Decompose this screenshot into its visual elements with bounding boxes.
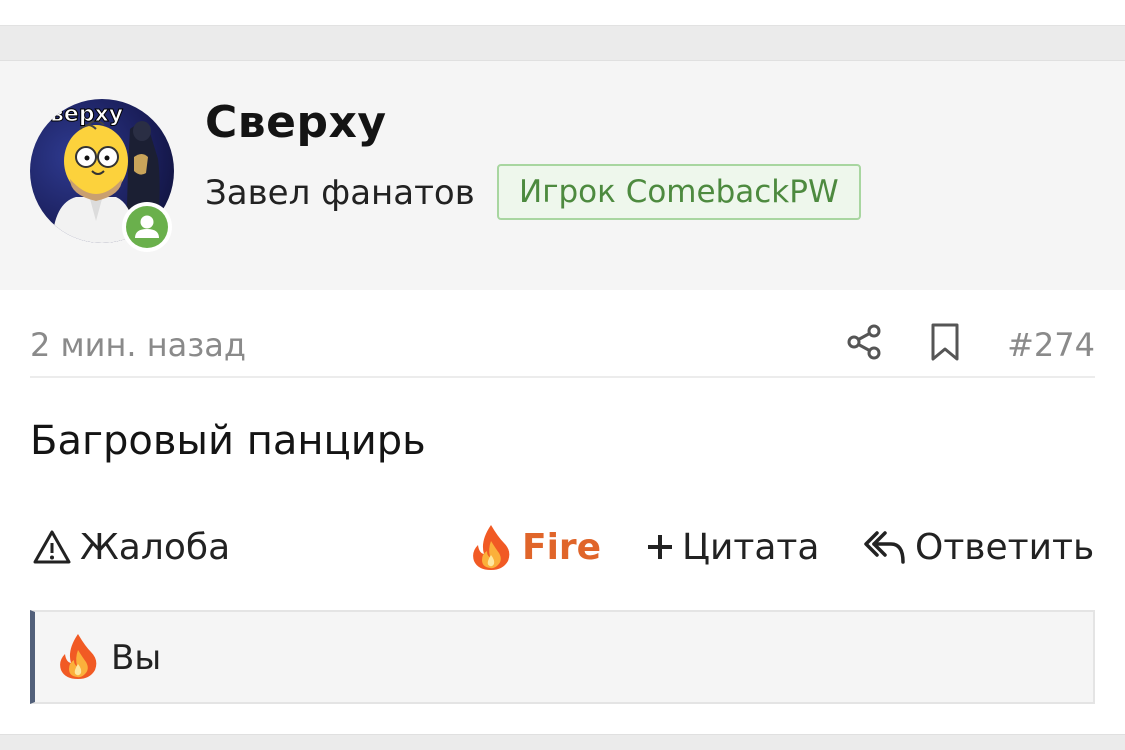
reply-icon (864, 531, 905, 564)
report-button[interactable]: Жалоба (32, 522, 230, 572)
quote-button[interactable]: Цитата (646, 522, 819, 572)
post-time[interactable]: 2 мин. назад (30, 326, 246, 364)
plus-icon (648, 535, 672, 559)
avatar-caption: верху (50, 102, 123, 127)
author-title: Завел фанатов (205, 173, 475, 213)
post-actions: Жалоба Fire Цитата Ответить (30, 522, 1095, 572)
post-meta-row: 2 мин. назад #274 (30, 320, 1095, 378)
report-label: Жалоба (80, 526, 231, 568)
user-online-icon (126, 206, 168, 248)
post-number-link[interactable]: #274 (1007, 326, 1095, 364)
post-body: 2 мин. назад #274 Багровый панцирь Жалоб… (0, 290, 1125, 734)
author-badge: Игрок ComebackPW (497, 164, 861, 220)
bottom-strip (0, 734, 1125, 750)
page-gap (0, 26, 1125, 60)
online-status-badge (122, 202, 172, 252)
reactions-summary[interactable]: Вы (30, 610, 1095, 704)
author-username[interactable]: Сверху (205, 97, 387, 148)
quote-label: Цитата (682, 526, 820, 568)
top-strip (0, 0, 1125, 26)
reply-button[interactable]: Ответить (863, 522, 1094, 572)
reply-label: Ответить (915, 526, 1095, 568)
fire-icon (55, 632, 101, 684)
warning-icon (33, 530, 71, 564)
share-icon[interactable] (845, 322, 885, 362)
post-text: Багровый панцирь (30, 418, 426, 464)
bookmark-icon[interactable] (927, 322, 963, 362)
fire-icon (473, 525, 510, 570)
post-author-header: верху Сверху Завел фанатов Игрок Comebac… (0, 60, 1125, 351)
fire-label: Fire (522, 526, 602, 568)
fire-reaction-button[interactable]: Fire (468, 522, 601, 572)
reactions-label: Вы (111, 638, 162, 678)
